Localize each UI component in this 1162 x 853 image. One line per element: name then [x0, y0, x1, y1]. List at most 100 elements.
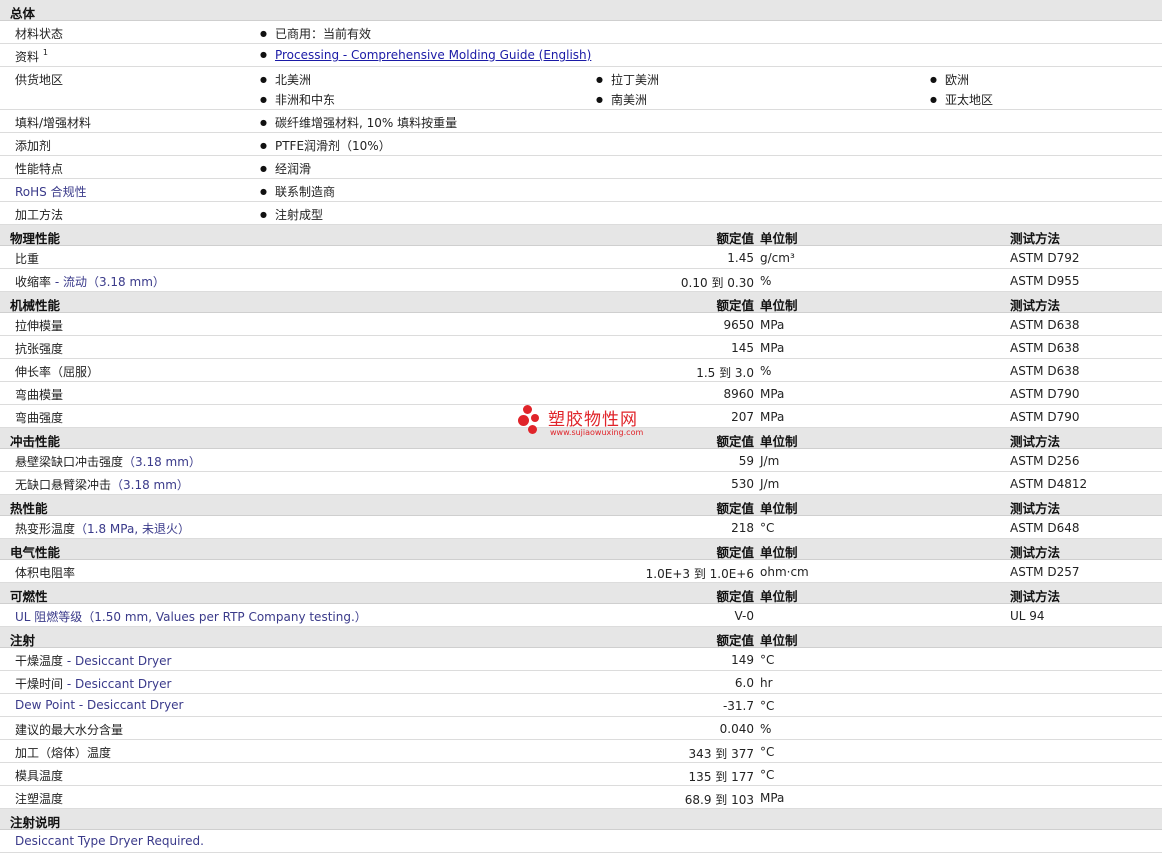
property-row: 模具温度 135 到 177 °C [0, 763, 1162, 786]
column-header-unit: 单位制 [760, 434, 798, 449]
property-name: 建议的最大水分含量 [15, 723, 124, 737]
row-label: 添加剂 [15, 139, 52, 153]
section-injection-header: 注射 额定值 单位制 [0, 627, 1162, 648]
property-test-method: ASTM D648 [1010, 521, 1080, 535]
property-name: 拉伸模量 [15, 319, 64, 333]
property-value: 145 [731, 341, 754, 355]
property-condition: - Desiccant Dryer [63, 654, 172, 668]
row-label: 资料 1 [15, 48, 48, 64]
column-header-value: 额定值 [716, 501, 754, 516]
row-material-status: 材料状态 已商用：当前有效 [0, 21, 1162, 44]
property-row: 干燥时间 - Desiccant Dryer 6.0 hr [0, 671, 1162, 694]
property-unit: % [760, 722, 772, 736]
column-header-unit: 单位制 [760, 633, 798, 648]
watermark-logo: 塑胶物性网 www.sujiaowuxing.com [518, 405, 648, 441]
property-row: 热变形温度（1.8 MPa, 未退火） 218 °C ASTM D648 [0, 516, 1162, 539]
property-condition: （1.50 mm, Values per RTP Company testing… [82, 610, 367, 624]
property-unit: °C [760, 653, 775, 667]
property-row: Dew Point - Desiccant Dryer -31.7 °C [0, 694, 1162, 717]
property-row: UL 阻燃等级（1.50 mm, Values per RTP Company … [0, 604, 1162, 627]
property-row: 抗张强度 145 MPa ASTM D638 [0, 336, 1162, 359]
section-title: 注射说明 [10, 815, 61, 830]
molding-guide-link[interactable]: Processing - Comprehensive Molding Guide… [275, 48, 591, 62]
processing-method-value: 注射成型 [260, 206, 323, 223]
column-header-unit: 单位制 [760, 501, 798, 516]
property-label: 比重 [15, 250, 39, 267]
property-unit: hr [760, 676, 773, 690]
property-name: 弯曲模量 [15, 388, 64, 402]
property-name: 热变形温度 [15, 522, 76, 536]
column-header-value: 额定值 [716, 298, 754, 313]
region-item: 南美洲 [596, 91, 647, 108]
row-documents: 资料 1 Processing - Comprehensive Molding … [0, 44, 1162, 67]
property-value: 207 [731, 410, 754, 424]
column-header-value: 额定值 [716, 434, 754, 449]
property-label: 悬壁梁缺口冲击强度（3.18 mm） [15, 453, 201, 470]
watermark-url: www.sujiaowuxing.com [550, 428, 644, 437]
property-name: 弯曲强度 [15, 411, 64, 425]
property-test-method: ASTM D955 [1010, 274, 1080, 288]
property-unit: °C [760, 521, 775, 535]
property-test-method: ASTM D638 [1010, 318, 1080, 332]
section-thermal-header: 热性能 额定值 单位制 测试方法 [0, 495, 1162, 516]
property-name: 加工（熔体）温度 [15, 746, 112, 760]
property-row: 比重 1.45 g/cm³ ASTM D792 [0, 246, 1162, 269]
property-label: 收缩率 - 流动（3.18 mm） [15, 273, 165, 290]
property-name: 无缺口悬臂梁冲击 [15, 478, 112, 492]
property-value: 1.5 到 3.0 [696, 366, 754, 380]
section-general-header: 总体 [0, 0, 1162, 21]
property-row: 注塑温度 68.9 到 103 MPa [0, 786, 1162, 809]
property-label: 干燥时间 - Desiccant Dryer [15, 675, 171, 692]
row-filler: 填料/增强材料 碳纤维增强材料, 10% 填料按重量 [0, 110, 1162, 133]
row-rohs: RoHS 合规性 联系制造商 [0, 179, 1162, 202]
rohs-value: 联系制造商 [260, 183, 335, 200]
property-unit: °C [760, 768, 775, 782]
property-unit: % [760, 364, 772, 378]
property-test-method: ASTM D792 [1010, 251, 1080, 265]
property-name: 比重 [15, 252, 40, 266]
property-row: 拉伸模量 9650 MPa ASTM D638 [0, 313, 1162, 336]
section-title: 热性能 [10, 501, 48, 516]
property-label: 体积电阻率 [15, 564, 75, 581]
row-label: RoHS 合规性 [15, 185, 87, 199]
row-label: 性能特点 [15, 162, 64, 176]
region-item: 亚太地区 [930, 91, 993, 108]
property-row: 伸长率（屈服） 1.5 到 3.0% ASTM D638 [0, 359, 1162, 382]
property-name: 干燥温度 [15, 654, 64, 668]
property-value: 0.040 [719, 722, 754, 736]
property-test-method: ASTM D790 [1010, 387, 1080, 401]
property-value: 1.45 [727, 251, 754, 265]
property-sections: 物理性能 额定值 单位制 测试方法 比重 1.45 g/cm³ ASTM D792 收缩率 - … [0, 225, 1162, 809]
property-label: 建议的最大水分含量 [15, 721, 123, 738]
column-header-unit: 单位制 [760, 298, 798, 313]
property-unit: MPa [760, 318, 785, 332]
property-label: Dew Point - Desiccant Dryer [15, 698, 183, 712]
property-condition: （3.18 mm） [123, 455, 201, 469]
additive-value: PTFE润滑剂（10%） [260, 137, 391, 154]
document-item: Processing - Comprehensive Molding Guide… [260, 48, 591, 62]
features-value: 经润滑 [260, 160, 311, 177]
property-name: 伸长率（屈服） [15, 365, 100, 379]
property-unit: J/m [760, 454, 780, 468]
property-test-method: ASTM D790 [1010, 410, 1080, 424]
region-item: 北美洲 [260, 71, 311, 88]
property-unit: °C [760, 699, 775, 713]
row-note: Desiccant Type Dryer Required. [0, 830, 1162, 853]
property-value: 343 到 377 [688, 747, 754, 761]
property-row: 加工（熔体）温度 343 到 377 °C [0, 740, 1162, 763]
property-label: 模具温度 [15, 767, 63, 784]
column-header-value: 额定值 [716, 545, 754, 560]
property-value: 68.9 到 103 [684, 793, 754, 807]
watermark-brand: 塑胶物性网 [548, 410, 638, 430]
property-label: UL 阻燃等级（1.50 mm, Values per RTP Company … [15, 608, 367, 625]
property-name: 抗张强度 [15, 342, 64, 356]
row-processing-method: 加工方法 注射成型 [0, 202, 1162, 225]
property-name: 干燥时间 [15, 677, 64, 691]
row-additive: 添加剂 PTFE润滑剂（10%） [0, 133, 1162, 156]
property-unit: J/m [760, 477, 780, 491]
property-test-method: ASTM D257 [1010, 565, 1080, 579]
column-header-value: 额定值 [716, 633, 754, 648]
row-regions: 供货地区 北美洲 拉丁美洲 欧洲 非洲和中东 南美洲 亚太地区 [0, 67, 1162, 110]
property-row: 弯曲模量 8960 MPa ASTM D790 [0, 382, 1162, 405]
column-header-value: 额定值 [716, 589, 754, 604]
